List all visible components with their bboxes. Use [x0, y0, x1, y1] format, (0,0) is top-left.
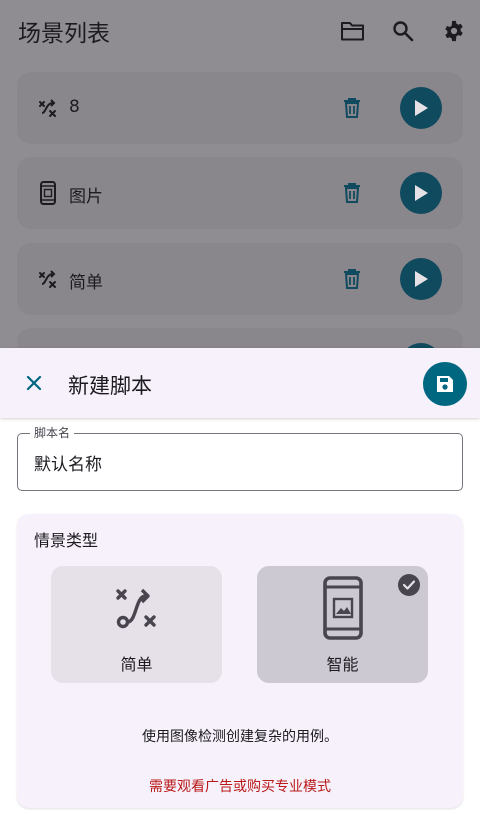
- folder-icon[interactable]: [339, 17, 367, 45]
- app-bar: 场景列表: [0, 0, 480, 64]
- scene-list-screen: 场景列表 8 图片 简单: [0, 0, 480, 400]
- scene-type-description: 使用图像检测创建复杂的用例。: [142, 729, 338, 745]
- scene-type-title: 情景类型: [34, 531, 99, 550]
- play-button[interactable]: [400, 258, 442, 300]
- gear-icon[interactable]: [440, 17, 468, 45]
- scene-card[interactable]: 8: [17, 72, 463, 144]
- new-script-sheet: 新建脚本 脚本名 情景类型 简单 智能 使用图像检测创建复杂的用例。 需要观看广…: [0, 348, 480, 822]
- save-icon: [437, 376, 453, 392]
- check-icon: [398, 574, 420, 596]
- shuffle-icon: [37, 96, 59, 120]
- play-icon: [415, 100, 428, 116]
- play-button[interactable]: [400, 172, 442, 214]
- play-icon: [415, 271, 428, 287]
- route-icon: [113, 582, 161, 634]
- play-button[interactable]: [400, 87, 442, 129]
- sheet-header: 新建脚本: [0, 348, 480, 418]
- scene-name: 简单: [69, 273, 103, 293]
- scene-type-option-simple[interactable]: 简单: [51, 566, 222, 683]
- trash-icon[interactable]: [343, 97, 361, 119]
- scene-type-option-smart[interactable]: 智能: [257, 566, 428, 683]
- trash-icon[interactable]: [343, 182, 361, 204]
- script-name-label: 脚本名: [30, 425, 75, 441]
- phone-image-icon: [37, 181, 59, 205]
- phone-image-icon: [319, 576, 367, 640]
- app-bar-title: 场景列表: [18, 21, 110, 47]
- script-name-input[interactable]: [34, 452, 444, 472]
- scene-type-option-label: 智能: [326, 655, 359, 674]
- scene-type-option-label: 简单: [120, 655, 153, 674]
- script-name-field[interactable]: 脚本名: [17, 425, 463, 491]
- pro-mode-warning: 需要观看广告或购买专业模式: [149, 779, 331, 795]
- trash-icon[interactable]: [343, 268, 361, 290]
- scene-type-card: 情景类型 简单 智能 使用图像检测创建复杂的用例。 需要观看广告或购买专业模式: [17, 514, 463, 808]
- scene-card[interactable]: 简单: [17, 243, 463, 315]
- shuffle-icon: [37, 267, 59, 291]
- scene-name: 图片: [69, 187, 103, 207]
- play-icon: [415, 185, 428, 201]
- scene-card[interactable]: 图片: [17, 157, 463, 229]
- sheet-title: 新建脚本: [68, 374, 152, 398]
- close-icon[interactable]: [22, 371, 46, 395]
- save-button[interactable]: [423, 362, 467, 406]
- scene-name: 8: [69, 97, 80, 117]
- search-icon[interactable]: [389, 17, 417, 45]
